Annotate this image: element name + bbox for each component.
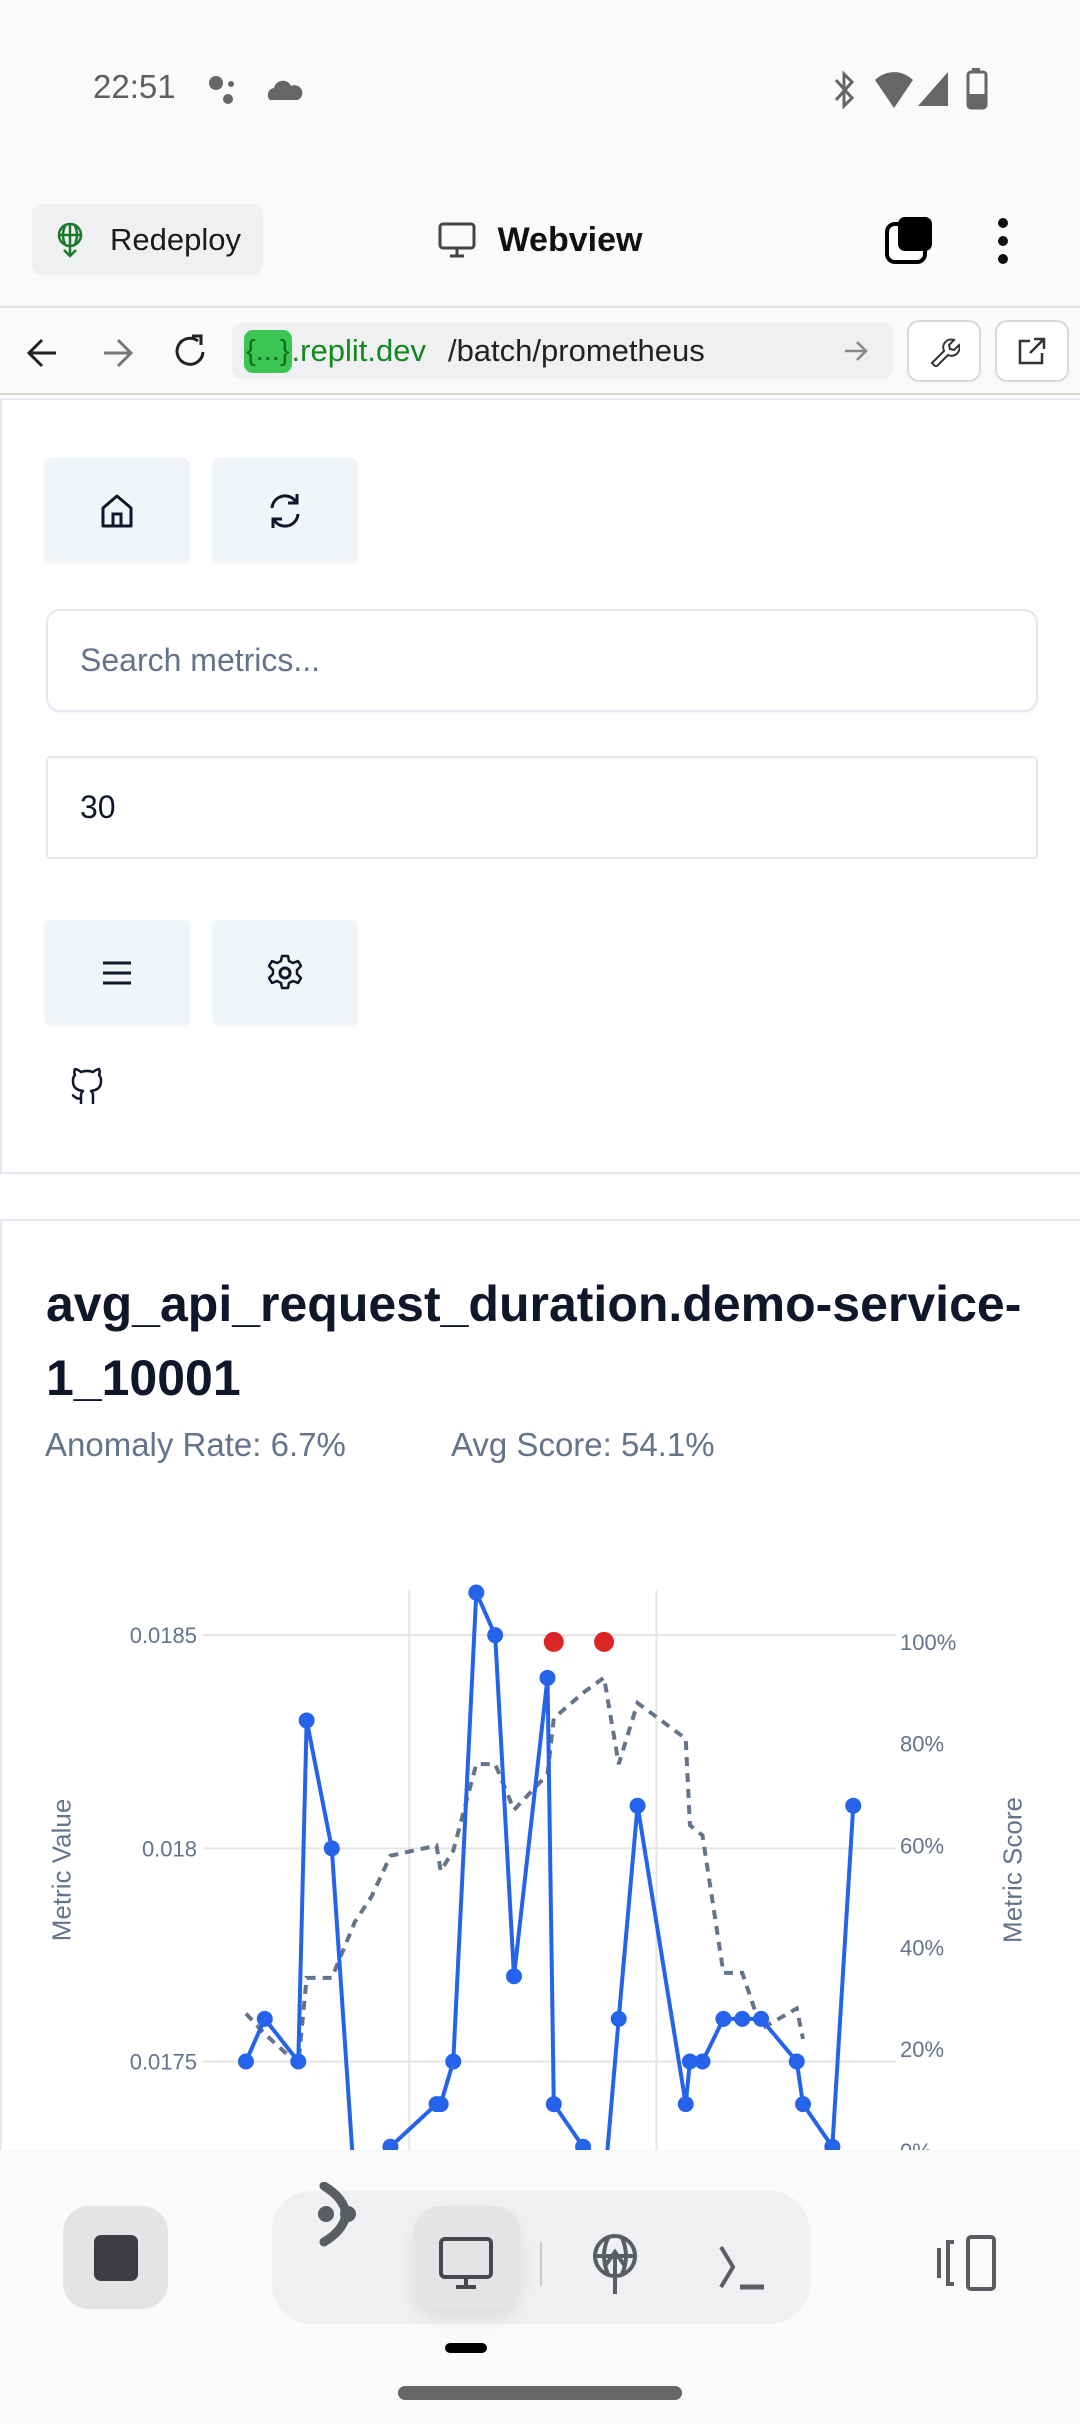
- hamburger-icon: [100, 958, 134, 988]
- home-icon: [98, 492, 136, 530]
- deploy-tab-icon[interactable]: [591, 2232, 639, 2296]
- menu-button[interactable]: [44, 920, 190, 1025]
- y2-tick-label: 80%: [900, 1732, 944, 1757]
- y2-axis-label: Metric Score: [997, 1797, 1028, 1943]
- value-point: [539, 1669, 556, 1686]
- value-point: [290, 2053, 307, 2070]
- value-point: [237, 2053, 254, 2070]
- tab-divider: [540, 2242, 542, 2286]
- value-point: [610, 2010, 627, 2027]
- value-point: [677, 2096, 694, 2113]
- anomaly-rate: Anomaly Rate: 6.7%: [45, 1426, 346, 1463]
- controls-card: Search metrics... 30: [0, 398, 1080, 1174]
- stop-icon: [93, 2234, 139, 2282]
- value-point: [753, 2010, 770, 2027]
- assistant-dots-icon: [206, 73, 242, 107]
- refresh-icon: [265, 491, 305, 531]
- count-value: 30: [80, 789, 116, 825]
- value-point: [629, 1797, 646, 1814]
- external-link-icon: [1016, 335, 1048, 367]
- value-point: [445, 2053, 462, 2070]
- bluetooth-icon: [830, 70, 858, 110]
- value-point: [323, 1840, 340, 1857]
- go-arrow-icon[interactable]: [843, 339, 869, 363]
- url-host: .replit.dev: [291, 333, 426, 368]
- header-divider: [0, 306, 1080, 308]
- value-point: [694, 2053, 711, 2070]
- monitor-icon: [438, 222, 476, 258]
- search-placeholder: Search metrics...: [80, 642, 321, 678]
- value-point: [788, 2053, 805, 2070]
- y2-tick-label: 100%: [900, 1630, 956, 1655]
- home-indicator[interactable]: [398, 2386, 682, 2400]
- value-point: [545, 2096, 562, 2113]
- wifi-icon: [873, 68, 915, 110]
- title-label: Webview: [497, 220, 643, 259]
- search-input[interactable]: Search metrics...: [46, 609, 1038, 712]
- terminal-tab-icon[interactable]: [718, 2244, 768, 2290]
- y-axis-label: Metric Value: [46, 1798, 77, 1942]
- urlbar-divider: [0, 393, 1080, 395]
- value-point: [298, 1712, 315, 1729]
- gear-icon: [265, 953, 305, 993]
- cloud-icon: [266, 78, 304, 102]
- y2-tick-label: 0%: [900, 2139, 932, 2150]
- github-icon[interactable]: [68, 1064, 108, 1106]
- more-menu-icon[interactable]: [994, 216, 1012, 266]
- avg-score: Avg Score: 54.1%: [451, 1426, 715, 1463]
- forward-arrow-icon[interactable]: [100, 336, 134, 370]
- refresh-button[interactable]: [212, 458, 358, 563]
- open-external-button[interactable]: [995, 320, 1069, 382]
- anomaly-marker: [543, 1631, 564, 1652]
- value-point: [506, 1968, 523, 1985]
- value-point: [795, 2096, 812, 2113]
- y2-tick-label: 60%: [900, 1834, 944, 1859]
- tabs-switcher-icon[interactable]: [884, 214, 936, 266]
- anomaly-marker: [594, 1631, 615, 1652]
- metric-chart: 0.0175 0.018 0.0185 0% 20% 40% 60% 80% 100%: [130, 1584, 956, 2150]
- y2-tick-label: 40%: [900, 1935, 944, 1960]
- host-badge: {...}: [244, 329, 292, 373]
- value-point: [468, 1584, 485, 1601]
- y-tick-label: 0.018: [142, 1836, 197, 1861]
- url-path: /batch/prometheus: [447, 333, 705, 368]
- value-point: [715, 2010, 732, 2027]
- value-point: [487, 1627, 504, 1644]
- signal-icon: [916, 70, 950, 108]
- device-toggle-icon[interactable]: [936, 2234, 998, 2292]
- stop-button[interactable]: [63, 2206, 168, 2309]
- devtools-button[interactable]: [907, 320, 981, 382]
- battery-icon: [966, 68, 988, 110]
- webview-content: Search metrics... 30 avg_api_request_dur…: [0, 396, 1080, 2150]
- count-input[interactable]: 30: [46, 756, 1038, 859]
- wrench-icon: [928, 335, 960, 367]
- back-arrow-icon[interactable]: [26, 336, 60, 370]
- settings-button[interactable]: [212, 920, 358, 1025]
- url-field[interactable]: {...} .replit.dev /batch/prometheus: [232, 323, 893, 379]
- metric-title: avg_api_request_duration.demo-service-1_…: [46, 1276, 1022, 1406]
- value-point: [256, 2010, 273, 2027]
- monitor-tab-icon: [438, 2236, 494, 2290]
- value-point: [734, 2010, 751, 2027]
- y-tick-label: 0.0185: [130, 1623, 197, 1648]
- reload-icon[interactable]: [170, 332, 210, 372]
- active-tab-indicator: [445, 2343, 487, 2353]
- value-point: [845, 1797, 862, 1814]
- home-button[interactable]: [44, 458, 190, 563]
- y-tick-label: 0.0175: [130, 2049, 197, 2074]
- y2-tick-label: 20%: [900, 2037, 944, 2062]
- status-time: 22:51: [93, 68, 176, 105]
- value-point: [432, 2096, 449, 2113]
